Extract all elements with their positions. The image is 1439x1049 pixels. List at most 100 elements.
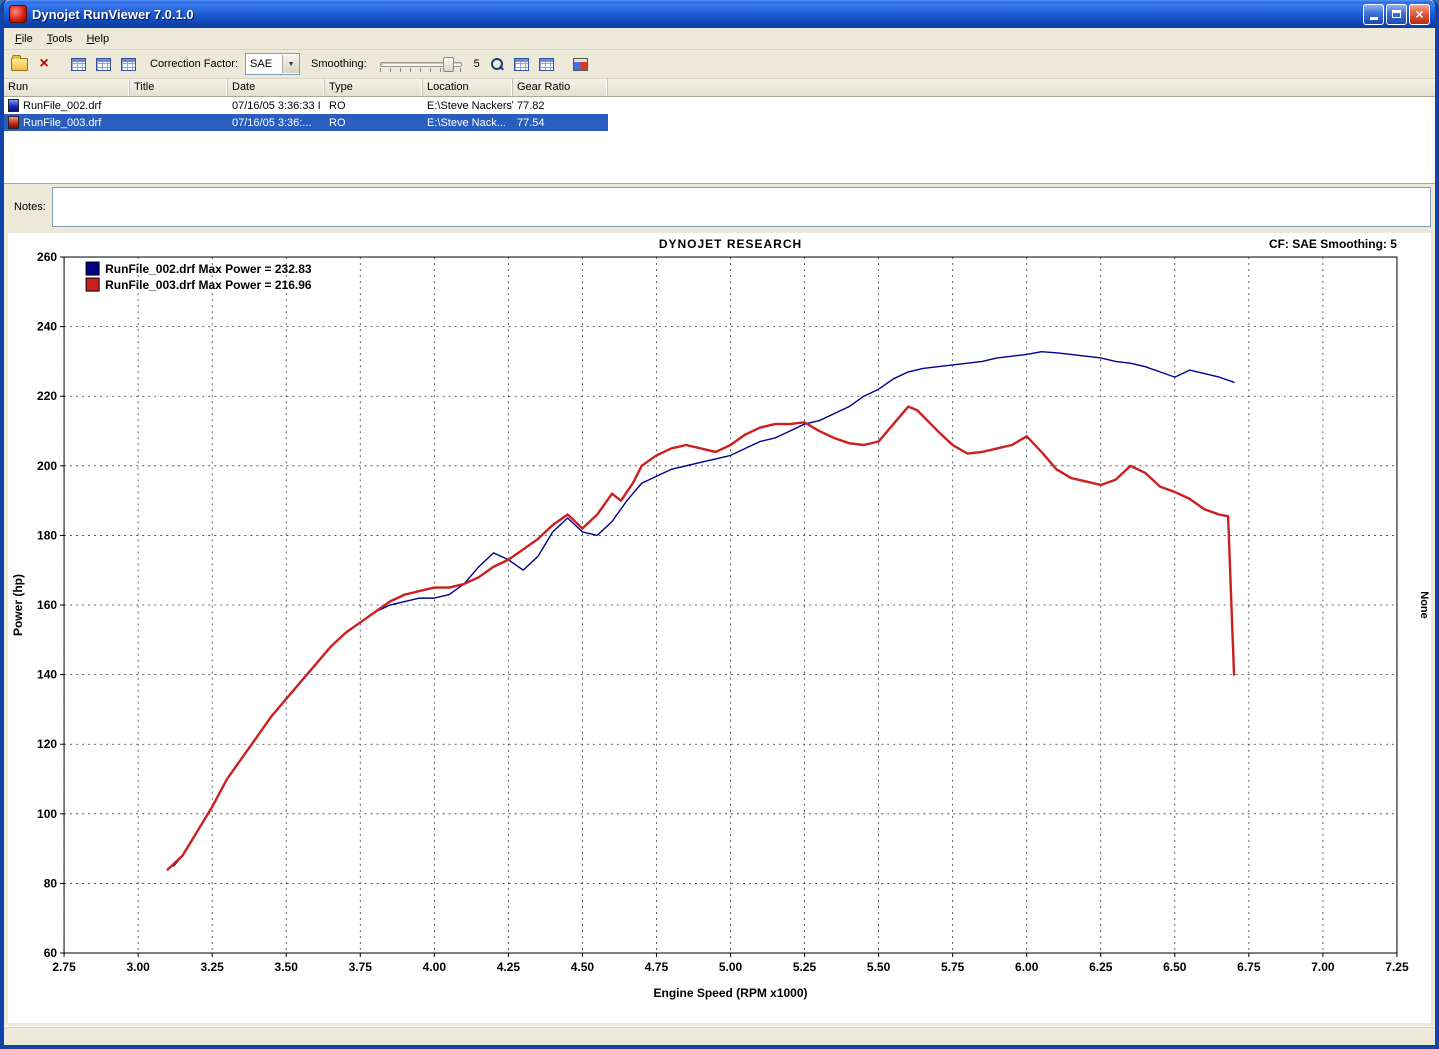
run-list-table-button[interactable] xyxy=(67,53,89,75)
window-controls xyxy=(1363,4,1430,25)
window-title: Dynojet RunViewer 7.0.1.0 xyxy=(32,7,1363,22)
run-list: Run Title Date Type Location Gear Ratio … xyxy=(4,79,1435,184)
maximize-button[interactable] xyxy=(1386,4,1407,25)
toolbar-separator xyxy=(561,54,567,74)
column-header-run[interactable]: Run xyxy=(4,79,130,96)
run-file-icon xyxy=(8,116,19,129)
menu-tools[interactable]: Tools xyxy=(40,30,80,48)
toolbar-separator xyxy=(58,54,64,74)
x-tick-label: 4.75 xyxy=(645,960,669,974)
y-tick-label: 80 xyxy=(44,876,58,890)
x-tick-label: 6.00 xyxy=(1015,960,1039,974)
chart-legend xyxy=(86,262,99,291)
menu-file[interactable]: File xyxy=(8,30,40,48)
column-header-date[interactable]: Date xyxy=(228,79,325,96)
compare-runs-button[interactable] xyxy=(570,53,592,75)
run-list-header: Run Title Date Type Location Gear Ratio xyxy=(4,79,1435,97)
zoom-data-button[interactable] xyxy=(486,53,508,75)
run-file-icon xyxy=(8,99,19,112)
menu-help[interactable]: Help xyxy=(79,30,116,48)
column-header-type[interactable]: Type xyxy=(325,79,423,96)
notes-section: Notes: xyxy=(4,184,1435,230)
run-gear-ratio: 77.54 xyxy=(513,117,608,129)
series-RunFile_002.drf xyxy=(174,352,1234,866)
x-tick-label: 2.75 xyxy=(52,960,76,974)
correction-factor-select[interactable]: SAE xyxy=(245,53,300,75)
report-table-button[interactable] xyxy=(511,53,533,75)
column-header-title[interactable]: Title xyxy=(130,79,228,96)
table-row[interactable]: RunFile_002.drf 07/16/05 3:36:33 I RO E:… xyxy=(4,97,608,114)
smoothing-label: Smoothing: xyxy=(311,58,367,70)
compare-grid-icon xyxy=(573,58,588,71)
dyno-chart-svg: 2.753.003.253.503.754.004.254.504.755.00… xyxy=(8,233,1431,1023)
title-bar[interactable]: Dynojet RunViewer 7.0.1.0 xyxy=(4,0,1435,28)
legend-label: RunFile_002.drf Max Power = 232.83 xyxy=(105,262,312,276)
right-axis-label: None xyxy=(1418,591,1430,619)
x-tick-label: 7.00 xyxy=(1311,960,1335,974)
x-tick-label: 7.25 xyxy=(1385,960,1409,974)
correction-factor-value: SAE xyxy=(246,58,282,70)
x-tick-label: 4.25 xyxy=(497,960,521,974)
y-tick-label: 260 xyxy=(37,250,57,264)
delete-x-icon xyxy=(39,56,48,72)
minimize-icon xyxy=(1370,17,1378,20)
run-location: E:\Steve Nackers\ xyxy=(423,100,513,112)
chart-cf-label: CF: SAE Smoothing: 5 xyxy=(1269,237,1397,251)
x-tick-label: 3.25 xyxy=(200,960,224,974)
chart-grid xyxy=(60,257,1397,957)
correction-factor-label: Correction Factor: xyxy=(150,58,238,70)
delete-run-button[interactable] xyxy=(33,53,55,75)
open-file-button[interactable] xyxy=(8,53,30,75)
x-tick-label: 5.25 xyxy=(793,960,817,974)
y-tick-label: 220 xyxy=(37,389,57,403)
close-button[interactable] xyxy=(1409,4,1430,25)
chart-title: DYNOJET RESEARCH xyxy=(659,237,802,251)
notes-input[interactable] xyxy=(52,187,1431,227)
app-window: Dynojet RunViewer 7.0.1.0 File Tools Hel… xyxy=(0,0,1439,1049)
column-header-location[interactable]: Location xyxy=(423,79,513,96)
run-type: RO xyxy=(325,100,423,112)
minimize-button[interactable] xyxy=(1363,4,1384,25)
toolbar: Correction Factor: SAE Smoothing: 5 xyxy=(4,50,1435,79)
x-tick-label: 4.00 xyxy=(423,960,447,974)
y-tick-label: 60 xyxy=(44,946,58,960)
run-name: RunFile_003.drf xyxy=(23,117,101,129)
y-tick-label: 120 xyxy=(37,737,57,751)
column-header-gear-ratio[interactable]: Gear Ratio xyxy=(513,79,608,96)
data-grid-button[interactable] xyxy=(536,53,558,75)
app-icon xyxy=(9,5,27,23)
spreadsheet-button[interactable] xyxy=(117,53,139,75)
graph-data-table-button[interactable] xyxy=(92,53,114,75)
y-tick-label: 200 xyxy=(37,459,57,473)
x-tick-label: 6.25 xyxy=(1089,960,1113,974)
smoothing-slider[interactable] xyxy=(378,55,464,73)
magnifier-icon xyxy=(489,58,504,71)
chevron-down-icon[interactable] xyxy=(282,55,299,73)
menu-bar: File Tools Help xyxy=(4,28,1435,50)
open-folder-icon xyxy=(11,58,28,71)
table-icon xyxy=(96,58,111,71)
slider-thumb[interactable] xyxy=(443,57,454,72)
x-tick-label: 3.50 xyxy=(275,960,299,974)
status-bar xyxy=(4,1026,1435,1045)
x-tick-label: 6.50 xyxy=(1163,960,1187,974)
series-RunFile_003.drf xyxy=(168,407,1234,870)
run-type: RO xyxy=(325,117,423,129)
x-tick-label: 6.75 xyxy=(1237,960,1261,974)
table-icon xyxy=(71,58,86,71)
legend-swatch xyxy=(86,278,99,291)
y-tick-label: 240 xyxy=(37,320,57,334)
table-icon xyxy=(121,58,136,71)
x-tick-label: 5.00 xyxy=(719,960,743,974)
x-tick-label: 5.50 xyxy=(867,960,891,974)
y-tick-label: 160 xyxy=(37,598,57,612)
y-axis-label: Power (hp) xyxy=(11,574,25,636)
run-location: E:\Steve Nack... xyxy=(423,117,513,129)
legend-label: RunFile_003.drf Max Power = 216.96 xyxy=(105,278,312,292)
legend-swatch xyxy=(86,262,99,275)
run-gear-ratio: 77.82 xyxy=(513,100,608,112)
run-date: 07/16/05 3:36:33 I xyxy=(228,100,325,112)
table-icon xyxy=(539,58,554,71)
table-row-selected[interactable]: RunFile_003.drf 07/16/05 3:36:... RO E:\… xyxy=(4,114,608,131)
y-tick-label: 140 xyxy=(37,668,57,682)
